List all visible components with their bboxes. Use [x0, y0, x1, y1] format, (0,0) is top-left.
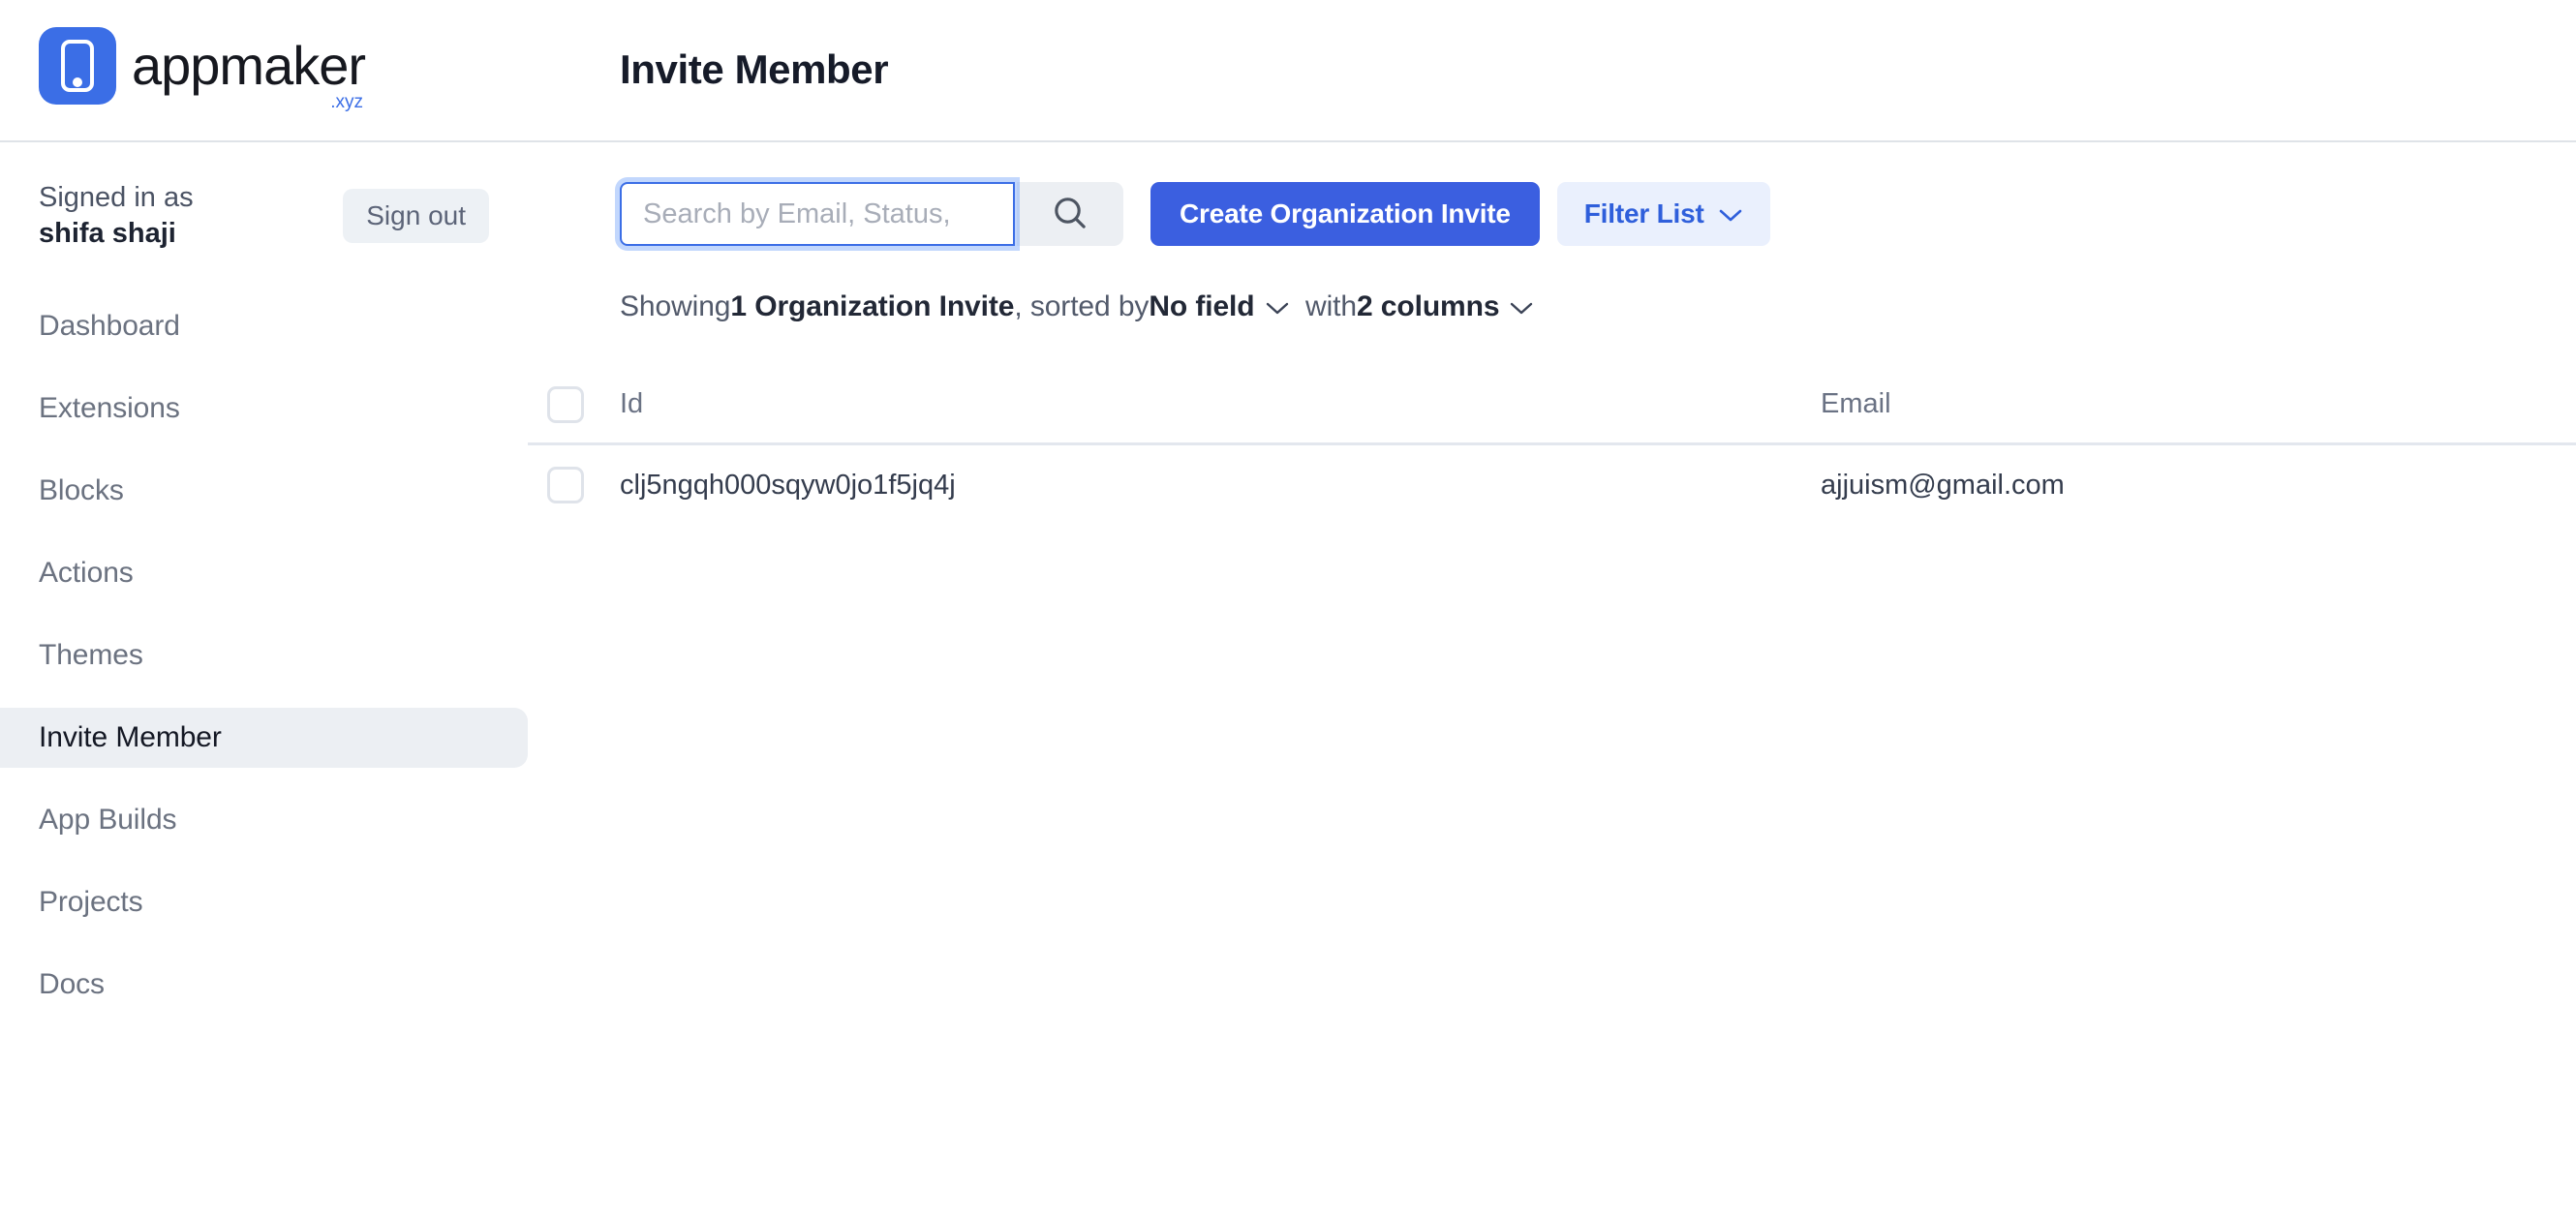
sidebar-item-docs[interactable]: Docs — [0, 955, 528, 1015]
brand-tld: .xyz — [330, 92, 364, 112]
table-row[interactable]: clj5ngqh000sqyw0jo1f5jq4j ajjuism@gmail.… — [528, 445, 2576, 525]
sidebar-item-dashboard[interactable]: Dashboard — [0, 296, 528, 356]
summary-line: Showing 1 Organization Invite , sorted b… — [528, 246, 2576, 323]
search-icon — [1051, 194, 1089, 235]
summary-prefix: Showing — [620, 290, 731, 322]
sort-field-dropdown[interactable]: No field — [1149, 290, 1289, 323]
sidebar-item-actions[interactable]: Actions — [0, 543, 528, 603]
toolbar: Create Organization Invite Filter List — [528, 141, 2576, 246]
sign-out-button[interactable]: Sign out — [343, 189, 489, 243]
table-header-row: Id Email — [528, 366, 2576, 445]
top-bar: appmaker .xyz Invite Member — [0, 0, 2576, 142]
main-content: Create Organization Invite Filter List S… — [528, 141, 2576, 1218]
search-input[interactable] — [620, 182, 1015, 246]
row-select-cell — [547, 467, 620, 503]
summary-with-label: with — [1305, 290, 1357, 322]
cell-id: clj5ngqh000sqyw0jo1f5jq4j — [620, 469, 956, 501]
cell-email: ajjuism@gmail.com — [1821, 469, 2065, 501]
search-button[interactable] — [1017, 182, 1123, 246]
page-title: Invite Member — [620, 46, 889, 92]
brand-logo[interactable]: appmaker .xyz — [39, 27, 366, 112]
chevron-down-icon — [1718, 198, 1743, 229]
column-header-id[interactable]: Id — [620, 388, 1821, 420]
sort-field-label: No field — [1149, 290, 1255, 322]
chevron-down-icon — [1509, 290, 1534, 323]
columns-label: 2 columns — [1356, 290, 1500, 322]
summary-spacer — [1290, 290, 1305, 323]
summary-sorted-prefix: , sorted by — [1014, 290, 1150, 322]
filter-list-button[interactable]: Filter List — [1556, 182, 1770, 246]
signed-in-user: shifa shaji — [39, 218, 176, 249]
columns-dropdown[interactable]: 2 columns — [1357, 290, 1534, 323]
brand-text: appmaker .xyz — [132, 35, 366, 112]
sidebar-nav: Dashboard Extensions Blocks Actions Them… — [0, 296, 528, 1015]
search-group — [620, 182, 1123, 246]
sidebar-item-projects[interactable]: Projects — [0, 872, 528, 932]
select-all-checkbox[interactable] — [547, 385, 584, 423]
sidebar-item-themes[interactable]: Themes — [0, 625, 528, 685]
sidebar-item-extensions[interactable]: Extensions — [0, 379, 528, 439]
sidebar-item-app-builds[interactable]: App Builds — [0, 790, 528, 850]
app-root: appmaker .xyz Invite Member Signed in as… — [0, 0, 2576, 1218]
invites-table: Id Email clj5ngqh000sqyw0jo1f5jq4j ajjui… — [528, 366, 2576, 525]
row-checkbox[interactable] — [547, 467, 584, 503]
signed-in-label: Signed in as — [39, 181, 194, 213]
summary-count: 1 Organization Invite — [730, 290, 1015, 322]
select-all-cell — [547, 385, 620, 423]
brand-name: appmaker — [132, 35, 366, 96]
phone-icon — [39, 27, 116, 105]
sidebar-item-invite-member[interactable]: Invite Member — [0, 708, 528, 768]
chevron-down-icon — [1265, 290, 1290, 323]
signed-in-row: Signed in as shifa shaji Sign out — [0, 178, 528, 254]
sidebar: Signed in as shifa shaji Sign out Dashbo… — [0, 141, 528, 1218]
filter-list-label: Filter List — [1583, 198, 1704, 228]
sidebar-item-blocks[interactable]: Blocks — [0, 461, 528, 521]
signed-in-text: Signed in as shifa shaji — [39, 180, 194, 252]
column-header-email[interactable]: Email — [1821, 388, 2576, 420]
create-organization-invite-button[interactable]: Create Organization Invite — [1150, 182, 1540, 246]
